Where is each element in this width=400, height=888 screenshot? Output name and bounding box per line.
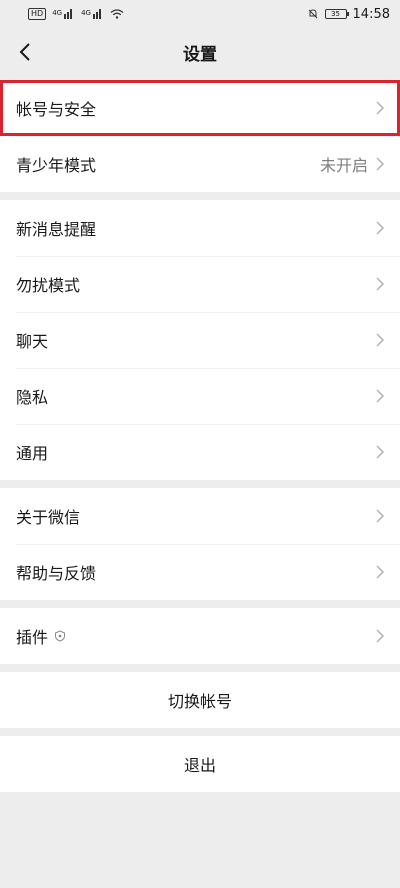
logout-button[interactable]: 退出 <box>0 736 400 792</box>
switch-account-button[interactable]: 切换帐号 <box>0 672 400 728</box>
about-wechat-item[interactable]: 关于微信 <box>0 488 400 544</box>
chevron-right-icon <box>376 221 384 235</box>
chevron-right-icon <box>376 101 384 115</box>
plugins-label: 插件 <box>16 628 49 647</box>
privacy-item[interactable]: 隐私 <box>0 368 400 424</box>
chevron-right-icon <box>376 157 384 171</box>
new-message-label: 新消息提醒 <box>16 220 97 239</box>
new-message-item[interactable]: 新消息提醒 <box>0 200 400 256</box>
page-title: 设置 <box>183 44 217 65</box>
header: 设置 <box>0 28 400 76</box>
group-about: 关于微信 帮助与反馈 <box>0 488 400 600</box>
status-left: HD 4G 4G <box>28 8 124 20</box>
divider <box>0 728 400 736</box>
youth-mode-label: 青少年模式 <box>16 156 97 175</box>
divider <box>0 664 400 672</box>
shield-icon <box>55 630 66 642</box>
help-feedback-item[interactable]: 帮助与反馈 <box>0 544 400 600</box>
status-bar: HD 4G 4G 35 14:58 <box>0 0 400 28</box>
chevron-right-icon <box>376 389 384 403</box>
signal-icon-sim2: 4G <box>81 9 104 19</box>
chat-item[interactable]: 聊天 <box>0 312 400 368</box>
chevron-right-icon <box>376 509 384 523</box>
chevron-right-icon <box>376 277 384 291</box>
signal-icon-sim1: 4G <box>52 9 75 19</box>
account-security-item[interactable]: 帐号与安全 <box>0 80 400 136</box>
youth-mode-status: 未开启 <box>319 156 368 175</box>
chat-label: 聊天 <box>16 332 49 351</box>
status-time: 14:58 <box>352 6 390 22</box>
chevron-right-icon <box>376 445 384 459</box>
divider <box>0 600 400 608</box>
hd-badge: HD <box>28 8 47 20</box>
privacy-label: 隐私 <box>16 388 49 407</box>
general-item[interactable]: 通用 <box>0 424 400 480</box>
back-button[interactable] <box>10 36 40 68</box>
account-security-label: 帐号与安全 <box>16 100 97 119</box>
status-right: 35 14:58 <box>307 7 390 22</box>
dnd-mode-label: 勿扰模式 <box>16 276 81 295</box>
wifi-icon <box>110 9 124 19</box>
back-arrow-icon <box>19 43 30 61</box>
group-plugins: 插件 <box>0 608 400 664</box>
general-label: 通用 <box>16 444 49 463</box>
about-wechat-label: 关于微信 <box>16 508 81 527</box>
chevron-right-icon <box>376 333 384 347</box>
mute-bell-icon <box>308 9 317 19</box>
youth-mode-item[interactable]: 青少年模式 未开启 <box>0 136 400 192</box>
signal-tag-sim2: 4G <box>81 9 91 17</box>
battery-icon: 35 <box>324 9 349 19</box>
chevron-right-icon <box>376 629 384 643</box>
help-feedback-label: 帮助与反馈 <box>16 564 97 583</box>
divider <box>0 480 400 488</box>
dnd-mode-item[interactable]: 勿扰模式 <box>0 256 400 312</box>
plugins-label-wrap: 插件 <box>16 624 376 648</box>
chevron-right-icon <box>376 565 384 579</box>
divider <box>0 192 400 200</box>
signal-tag-sim1: 4G <box>52 9 63 17</box>
plugins-item[interactable]: 插件 <box>0 608 400 664</box>
group-account: 帐号与安全 青少年模式 未开启 <box>0 80 400 192</box>
group-notify: 新消息提醒 勿扰模式 聊天 隐私 通用 <box>0 200 400 480</box>
